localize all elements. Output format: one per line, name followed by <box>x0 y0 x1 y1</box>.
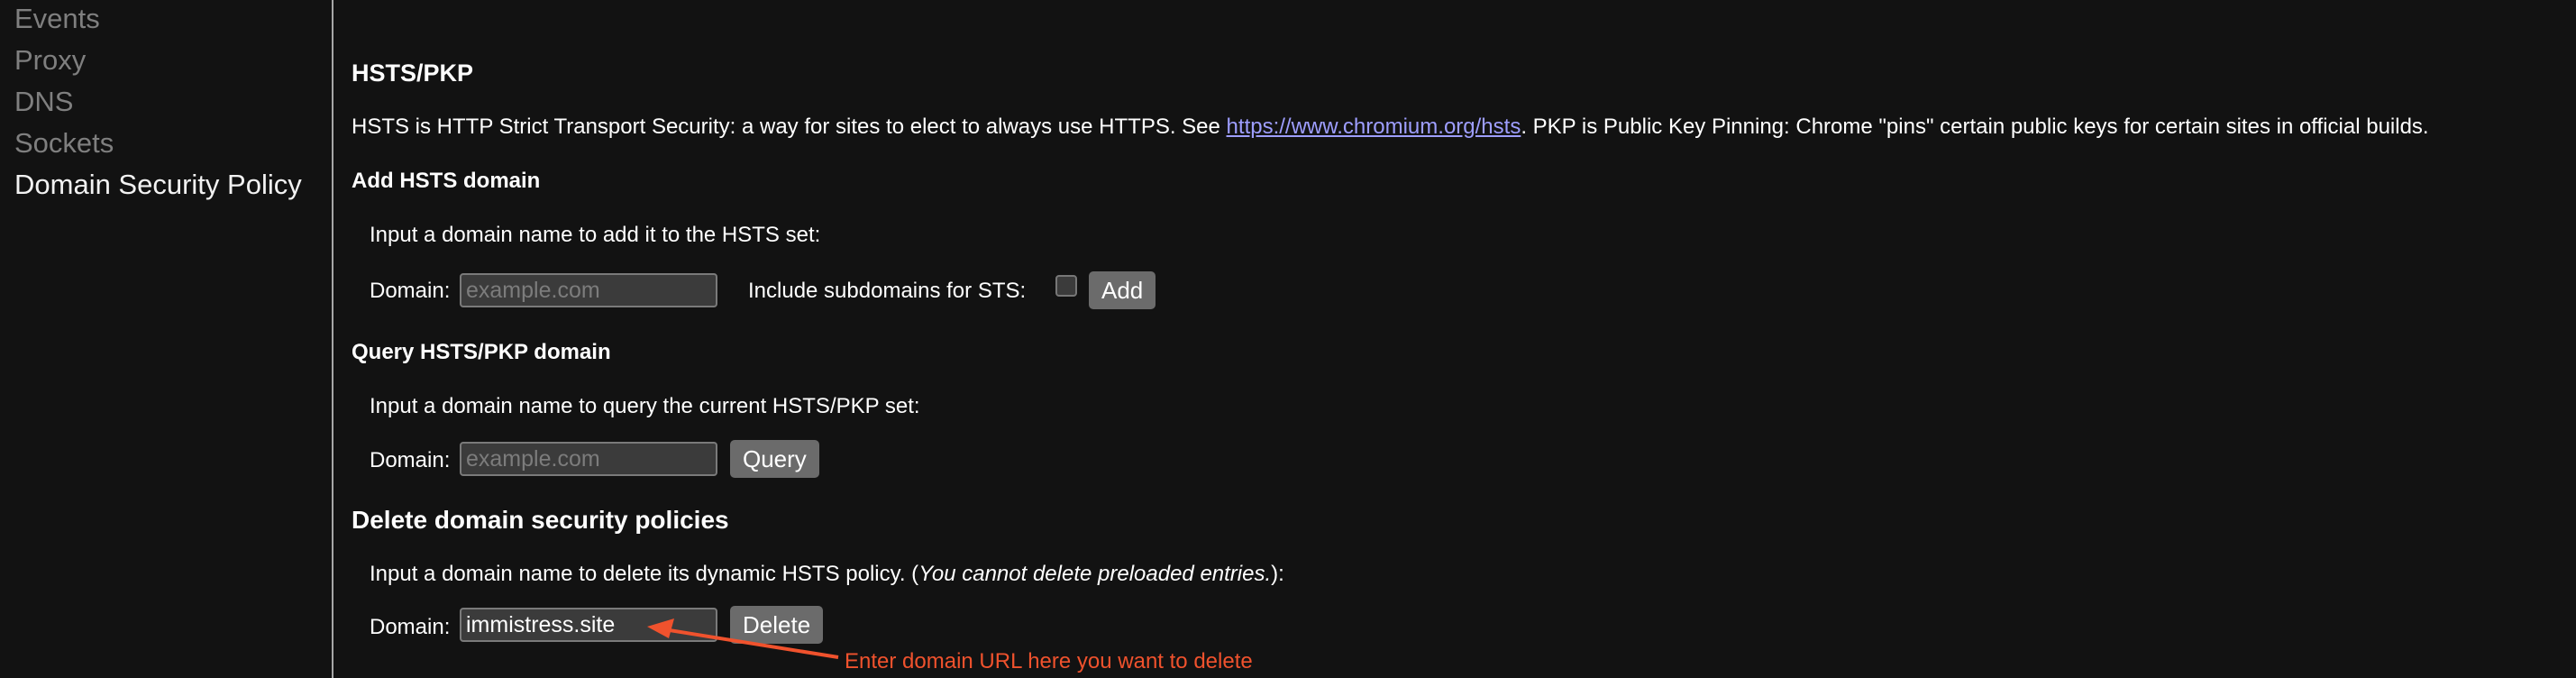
main-content: HSTS/PKP HSTS is HTTP Strict Transport S… <box>333 0 2576 678</box>
annotation-arrow-line <box>657 627 839 659</box>
net-internals-page: Events Proxy DNS Sockets Domain Security… <box>0 0 2576 678</box>
sidebar-item-events[interactable]: Events <box>14 3 100 35</box>
sidebar-item-dns[interactable]: DNS <box>14 86 73 118</box>
sidebar-item-proxy[interactable]: Proxy <box>14 44 86 77</box>
sidebar: Events Proxy DNS Sockets Domain Security… <box>0 0 332 678</box>
annotation-arrow <box>647 618 839 659</box>
sidebar-item-sockets[interactable]: Sockets <box>14 127 114 160</box>
annotation-arrow-head <box>647 618 674 638</box>
sidebar-item-domain-security-policy[interactable]: Domain Security Policy <box>14 169 302 201</box>
annotation-text: Enter domain URL here you want to delete <box>845 649 1253 673</box>
